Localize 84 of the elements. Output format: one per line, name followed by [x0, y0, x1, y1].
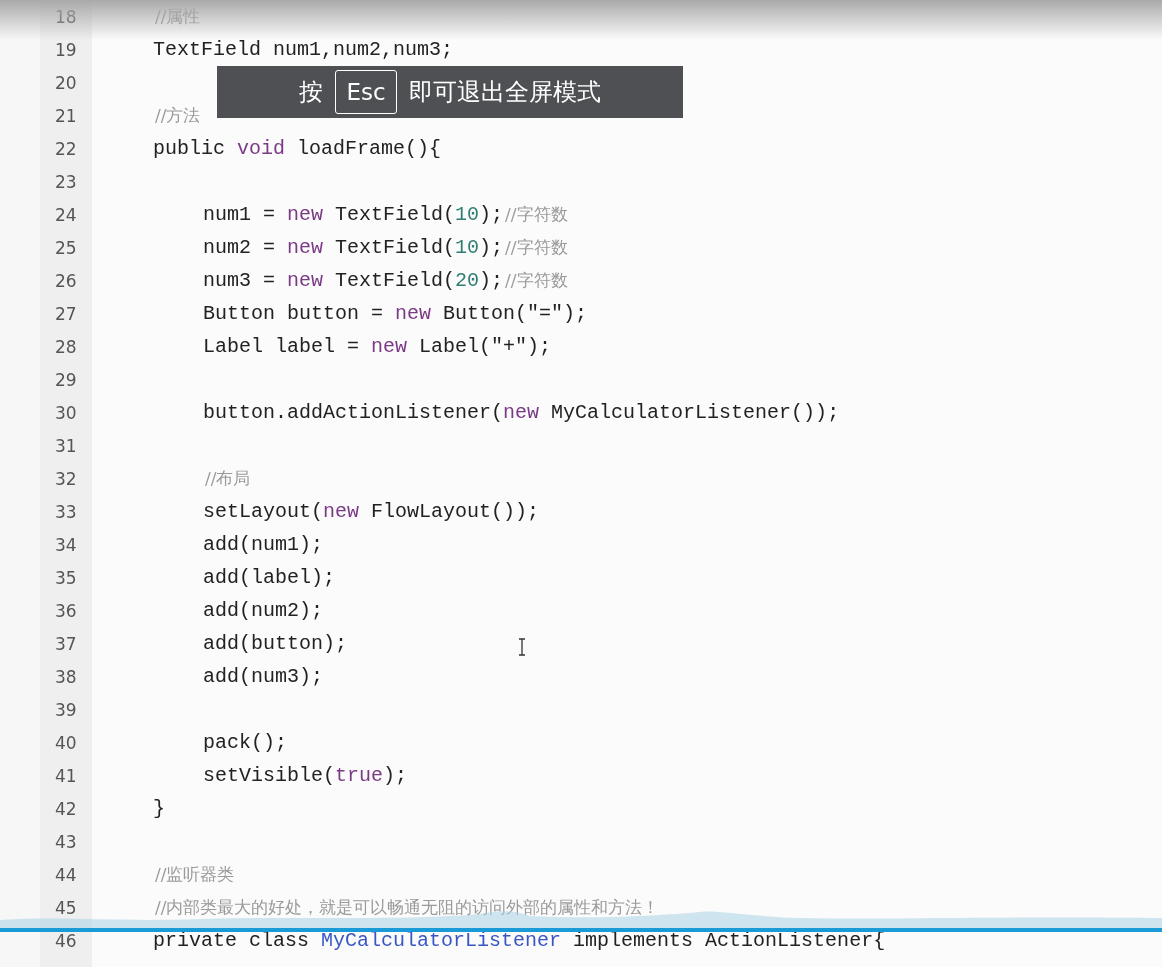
line-number: 21 — [55, 105, 77, 126]
code-text: add(label); — [203, 566, 336, 589]
code-text: num2 = — [203, 236, 276, 259]
notice-text: 按 — [299, 77, 324, 108]
code-text: TextField num1,num2,num3; — [153, 38, 454, 61]
code-text: ); — [479, 269, 504, 292]
code-text: ); — [479, 203, 504, 226]
line-number: 45 — [55, 897, 77, 918]
code-text: ); — [383, 764, 408, 787]
code-class-name: MyCalculatorListener — [321, 929, 562, 952]
code-comment: //字符数 — [505, 269, 568, 292]
code-keyword: new — [503, 401, 540, 424]
code-text: add(num3); — [203, 665, 324, 688]
code-text: ); — [479, 236, 504, 259]
code-comment: //方法 — [155, 104, 201, 127]
code-number: 10 — [455, 236, 480, 259]
code-number: 10 — [455, 203, 480, 226]
code-text: private class — [153, 929, 311, 952]
code-comment: //字符数 — [505, 203, 568, 226]
code-text: num1 = — [203, 203, 276, 226]
line-number: 18 — [55, 6, 77, 27]
code-text: num3 = — [203, 269, 276, 292]
line-number: 33 — [55, 501, 77, 522]
code-text: implements ActionListener{ — [572, 929, 886, 952]
code-text: MyCalculatorListener()); — [550, 401, 840, 424]
line-number: 22 — [55, 138, 77, 159]
code-text: setLayout( — [203, 500, 324, 523]
code-keyword: new — [287, 203, 324, 226]
line-number: 36 — [55, 600, 77, 621]
code-keyword: new — [323, 500, 360, 523]
code-text: Button button = — [203, 302, 385, 325]
code-text: add(num2); — [203, 599, 324, 622]
code-text: Label("+"); — [418, 335, 552, 358]
line-number: 38 — [55, 666, 77, 687]
line-number: 31 — [55, 435, 77, 456]
line-number: 43 — [55, 831, 77, 852]
code-keyword: new — [395, 302, 432, 325]
line-number: 34 — [55, 534, 77, 555]
line-number: 37 — [55, 633, 77, 654]
line-number: 28 — [55, 336, 77, 357]
code-text: add(button); — [203, 632, 348, 655]
code-keyword: new — [287, 269, 324, 292]
line-number: 46 — [55, 930, 77, 951]
line-number: 20 — [55, 72, 77, 93]
code-text: setVisible( — [203, 764, 336, 787]
key-cap: Esc — [335, 70, 397, 114]
code-text: public — [153, 137, 226, 160]
code-comment: //内部类最大的好处，就是可以畅通无阻的访问外部的属性和方法！ — [155, 896, 660, 919]
line-number: 30 — [55, 402, 77, 423]
code-number: 20 — [455, 269, 480, 292]
line-number: 25 — [55, 237, 77, 258]
code-comment: //布局 — [205, 467, 251, 490]
code-text: Button("="); — [442, 302, 588, 325]
code-keyword: true — [335, 764, 384, 787]
code-keyword: new — [371, 335, 408, 358]
line-number: 32 — [55, 468, 77, 489]
line-number: 23 — [55, 171, 77, 192]
code-comment: //监听器类 — [155, 863, 235, 886]
code-keyword: new — [287, 236, 324, 259]
line-number: 27 — [55, 303, 77, 324]
code-text: Label label = — [203, 335, 361, 358]
line-number: 35 — [55, 567, 77, 588]
line-number: 40 — [55, 732, 77, 753]
line-number: 39 — [55, 699, 77, 720]
code-text: FlowLayout()); — [370, 500, 540, 523]
code-text: loadFrame(){ — [296, 137, 442, 160]
line-number: 26 — [55, 270, 77, 291]
code-text: } — [153, 797, 165, 820]
notice-text: 即可退出全屏模式 — [408, 77, 601, 108]
code-text: button.addActionListener( — [203, 401, 504, 424]
line-number: 19 — [55, 39, 77, 60]
code-text: pack(); — [203, 731, 287, 754]
line-number: 24 — [55, 204, 77, 225]
code-keyword: void — [237, 137, 286, 160]
line-number: 41 — [55, 765, 77, 786]
code-text: TextField( — [334, 236, 456, 259]
line-number: 29 — [55, 369, 77, 390]
text-cursor-icon — [518, 638, 526, 656]
code-comment: //字符数 — [505, 236, 568, 259]
line-number: 44 — [55, 864, 77, 885]
code-text: TextField( — [334, 269, 456, 292]
code-text: TextField( — [334, 203, 456, 226]
line-number: 42 — [55, 798, 77, 819]
code-text: add(num1); — [203, 533, 324, 556]
